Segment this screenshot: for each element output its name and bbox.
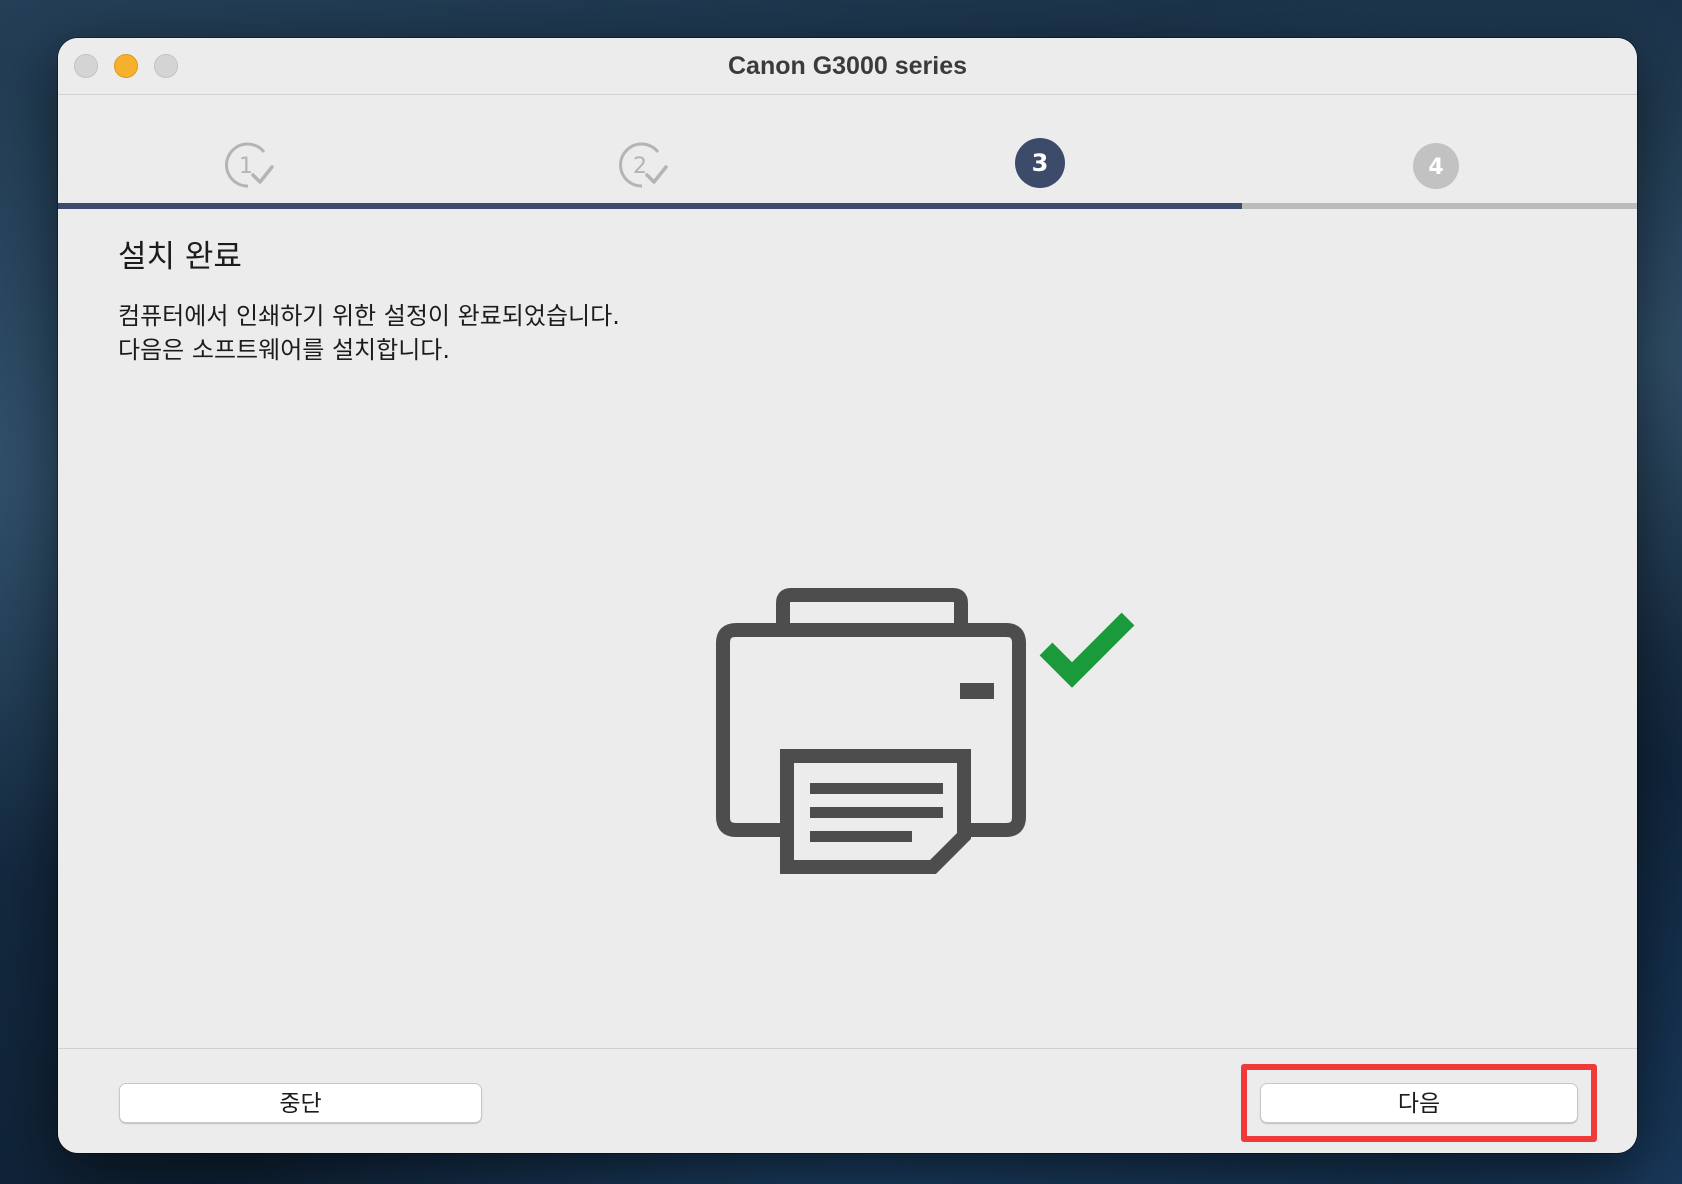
cancel-button[interactable]: 중단 [119,1083,482,1123]
next-button[interactable]: 다음 [1260,1083,1578,1123]
title-bar[interactable]: Canon G3000 series [58,38,1637,95]
step-3-current-icon: 3 [1015,138,1065,188]
step-4-number: 4 [1428,155,1443,180]
step-1-completed-icon: 1 [225,142,274,188]
printer-with-checkmark-icon [716,588,1135,874]
description-line-2: 다음은 소프트웨어를 설치합니다. [118,336,451,364]
button-bar: 중단 다음 [58,1048,1637,1153]
printer-icon [716,588,1026,874]
description-line-1: 컴퓨터에서 인쇄하기 위한 설정이 완료되었습니다. [118,302,620,330]
main-content: 설치 완료 컴퓨터에서 인쇄하기 위한 설정이 완료되었습니다. 다음은 소프트… [58,209,1637,1086]
step-2-completed-icon: 2 [619,142,668,188]
installer-window: Canon G3000 series 1 2 3 4 설치 완료 컴퓨터에서 인… [58,38,1637,1153]
success-check-icon [1039,612,1135,688]
step-1-number: 1 [239,154,253,179]
page-heading: 설치 완료 [118,239,242,275]
step-3-number: 3 [1032,149,1049,177]
window-title: Canon G3000 series [727,52,967,80]
step-4-pending-icon: 4 [1413,143,1459,189]
step-indicator: 1 2 3 4 [58,95,1637,209]
page-description: 컴퓨터에서 인쇄하기 위한 설정이 완료되었습니다. 다음은 소프트웨어를 설치… [118,299,620,367]
step-2-number: 2 [633,154,647,179]
